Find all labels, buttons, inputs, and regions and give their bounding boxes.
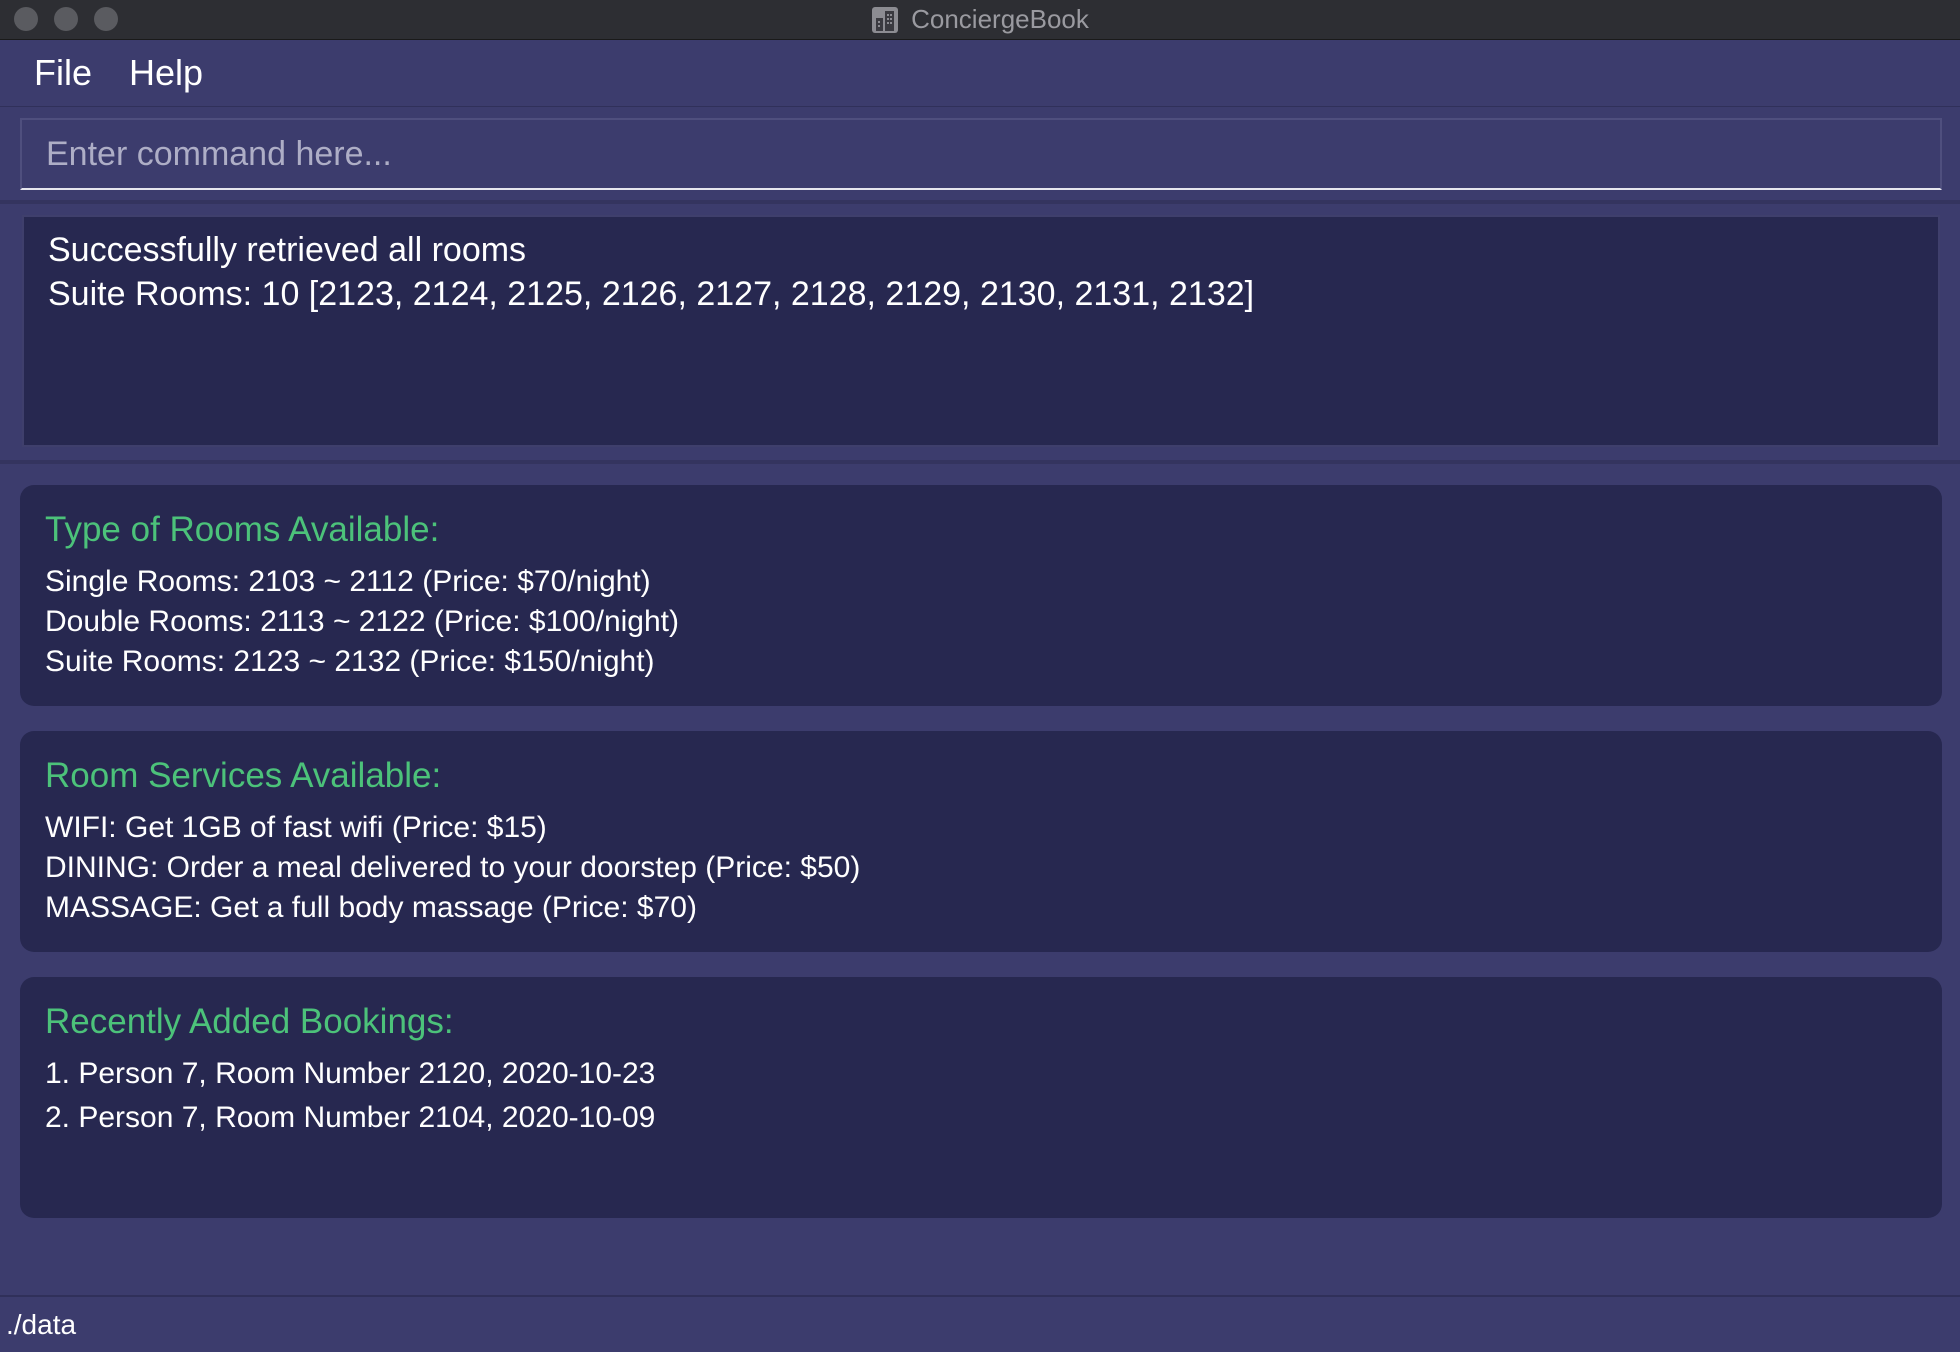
status-bar: ./data xyxy=(0,1295,1960,1352)
command-box xyxy=(20,118,1942,190)
rooms-panel: Type of Rooms Available: Single Rooms: 2… xyxy=(20,485,1942,706)
service-line: WIFI: Get 1GB of fast wifi (Price: $15) xyxy=(45,811,547,844)
service-line: MASSAGE: Get a full body massage (Price:… xyxy=(45,891,697,924)
menu-help[interactable]: Help xyxy=(129,52,203,94)
title-bar: ConciergeBook xyxy=(0,0,1960,40)
window-title-area: ConciergeBook xyxy=(0,0,1960,39)
divider xyxy=(0,460,1960,464)
result-message: Successfully retrieved all rooms xyxy=(48,231,527,269)
menu-bar: File Help xyxy=(0,40,1960,107)
command-input[interactable] xyxy=(22,120,1940,188)
window-title: ConciergeBook xyxy=(911,4,1089,34)
building-icon xyxy=(872,6,899,33)
menu-file[interactable]: File xyxy=(34,52,92,94)
services-panel: Room Services Available: WIFI: Get 1GB o… xyxy=(20,731,1942,952)
bookings-panel-title: Recently Added Bookings: xyxy=(45,1002,454,1041)
booking-line: 2. Person 7, Room Number 2104, 2020-10-0… xyxy=(45,1101,656,1134)
rooms-panel-title: Type of Rooms Available: xyxy=(45,510,440,549)
data-path: ./data xyxy=(6,1309,77,1340)
services-panel-title: Room Services Available: xyxy=(45,756,442,795)
booking-line: 1. Person 7, Room Number 2120, 2020-10-2… xyxy=(45,1057,656,1090)
bookings-panel: Recently Added Bookings: 1. Person 7, Ro… xyxy=(20,977,1942,1218)
result-detail: Suite Rooms: 10 [2123, 2124, 2125, 2126,… xyxy=(48,275,1255,313)
service-line: DINING: Order a meal delivered to your d… xyxy=(45,851,861,884)
result-display: Successfully retrieved all rooms Suite R… xyxy=(22,215,1940,447)
divider xyxy=(0,200,1960,204)
room-type-line: Double Rooms: 2113 ~ 2122 (Price: $100/n… xyxy=(45,605,679,638)
room-type-line: Single Rooms: 2103 ~ 2112 (Price: $70/ni… xyxy=(45,565,651,598)
app-window: ConciergeBook File Help Successfully ret… xyxy=(0,0,1960,1352)
room-type-line: Suite Rooms: 2123 ~ 2132 (Price: $150/ni… xyxy=(45,645,655,678)
